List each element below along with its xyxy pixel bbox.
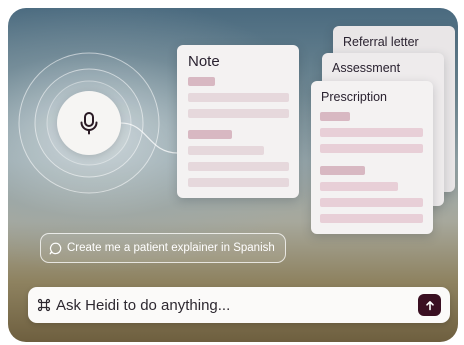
prescription-title: Prescription	[321, 90, 387, 104]
referral-letter-title: Referral letter	[343, 35, 419, 49]
placeholder-line	[320, 198, 423, 207]
placeholder-line	[188, 109, 289, 118]
send-button[interactable]	[418, 294, 441, 316]
placeholder-line	[188, 162, 289, 171]
prompt-input[interactable]	[56, 287, 406, 323]
note-card[interactable]: Note	[177, 45, 299, 198]
prompt-bar	[28, 287, 450, 323]
placeholder-line	[188, 146, 264, 155]
placeholder-line	[188, 130, 232, 139]
command-key-icon	[37, 298, 51, 312]
note-card-title: Note	[188, 53, 220, 70]
placeholder-line	[320, 144, 423, 153]
microphone-icon	[80, 112, 98, 135]
placeholder-line	[320, 112, 350, 121]
suggestion-chip-label: Create me a patient explainer in Spanish	[67, 242, 275, 254]
app-illustration-frame: Note Referral letter Assessment Prescrip…	[8, 8, 458, 342]
placeholder-line	[188, 77, 215, 86]
arrow-up-icon	[425, 300, 434, 310]
assessment-title: Assessment	[332, 61, 401, 75]
placeholder-line	[320, 128, 423, 137]
suggestion-chip[interactable]: Create me a patient explainer in Spanish	[40, 233, 286, 263]
placeholder-line	[320, 166, 365, 175]
placeholder-line	[188, 178, 289, 187]
chat-bubble-icon	[49, 242, 62, 254]
prescription-card[interactable]: Prescription	[311, 81, 433, 234]
placeholder-line	[188, 93, 289, 102]
record-button[interactable]	[57, 91, 121, 155]
placeholder-line	[320, 182, 398, 191]
placeholder-line	[320, 214, 423, 223]
